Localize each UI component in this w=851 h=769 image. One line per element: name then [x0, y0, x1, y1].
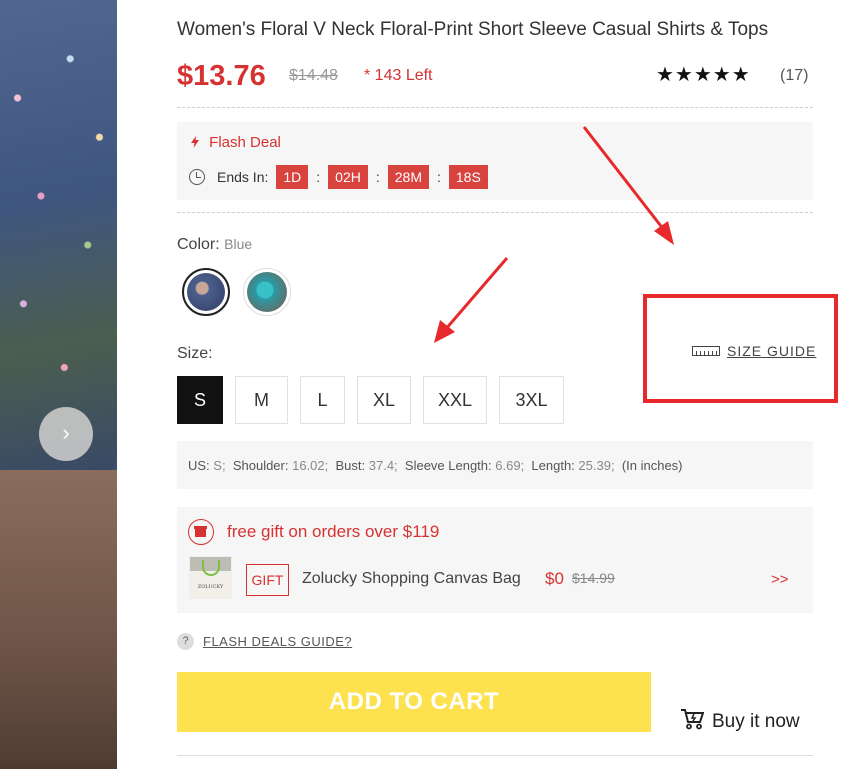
countdown-minutes: 28M [387, 165, 429, 189]
gift-thumbnail: ZOLUCKY [189, 556, 232, 599]
size-option-s[interactable]: S [177, 376, 223, 424]
gift-icon [188, 519, 214, 545]
flash-deals-guide-label: FLASH DEALS GUIDE? [203, 634, 353, 649]
lightning-icon [191, 134, 203, 151]
shopping-cart-icon [680, 708, 705, 736]
annotation-highlight-box [643, 294, 838, 403]
gift-price: $0 [545, 569, 564, 588]
countdown-row: Ends In: 1D : 02H : 28M : 18S [189, 165, 496, 189]
stock-left: * 143 Left [364, 67, 433, 84]
countdown-hours: 02H [328, 165, 368, 189]
buy-now-label: Buy it now [712, 711, 800, 732]
flash-deal-label: Flash Deal [209, 134, 281, 151]
bag-strap [202, 560, 220, 576]
gift-name: Zolucky Shopping Canvas Bag [302, 570, 521, 587]
color-swatch-blue[interactable] [182, 268, 230, 316]
bust-value: 37.4; [368, 458, 398, 473]
countdown-days: 1D [276, 165, 309, 189]
ends-in-label: Ends In: [217, 169, 269, 185]
color-label: Color: Blue [177, 236, 252, 254]
gift-tag: GIFT [246, 564, 289, 596]
bust-label: Bust: [335, 458, 366, 473]
flash-deals-guide-link[interactable]: ? FLASH DEALS GUIDE? [177, 633, 352, 650]
sleeve-length-value: 6.69; [495, 458, 525, 473]
size-label: Size: [177, 345, 213, 362]
sleeve-length-label: Sleeve Length: [404, 458, 492, 473]
countdown-seconds: 18S [448, 165, 488, 189]
product-old-price: $14.48 [289, 67, 338, 84]
shoulder-label: Shoulder: [232, 458, 289, 473]
countdown-separator: : [436, 169, 441, 185]
buy-now-button[interactable]: Buy it now [680, 708, 800, 736]
swatch-image [247, 272, 287, 312]
gift-more-link[interactable]: >> [771, 571, 789, 588]
color-swatch-teal[interactable] [243, 268, 291, 316]
gallery-next-button[interactable]: › [39, 407, 93, 461]
size-option-3xl[interactable]: 3XL [499, 376, 564, 424]
divider [177, 107, 813, 108]
divider [177, 755, 813, 756]
size-option-xxl[interactable]: XXL [423, 376, 487, 424]
product-price: $13.76 [177, 60, 266, 92]
add-to-cart-button[interactable]: ADD TO CART [177, 672, 651, 732]
gift-old-price: $14.99 [572, 570, 615, 586]
question-icon: ? [177, 633, 194, 650]
divider [177, 212, 813, 213]
size-option-xl[interactable]: XL [357, 376, 411, 424]
alarm-clock-icon [189, 169, 205, 185]
size-measurements: US: S; Shoulder: 16.02; Bust: 37.4; Slee… [177, 441, 813, 489]
countdown-separator: : [316, 169, 321, 185]
product-image-arm [0, 470, 117, 769]
color-selected-value: Blue [224, 236, 253, 252]
color-label-text: Color: [177, 236, 220, 253]
swatch-image [187, 273, 225, 311]
product-title: Women's Floral V Neck Floral-Print Short… [177, 19, 769, 40]
length-label: Length: [531, 458, 575, 473]
size-option-l[interactable]: L [300, 376, 345, 424]
size-option-m[interactable]: M [235, 376, 288, 424]
size-options: S M L XL XXL 3XL [177, 376, 576, 424]
review-count[interactable]: (17) [780, 67, 808, 85]
rating-stars: ★★★★★ [656, 64, 751, 86]
bag-brand-text: ZOLUCKY [197, 584, 224, 590]
gift-title: free gift on orders over $119 [227, 522, 440, 541]
shoulder-value: 16.02; [292, 458, 329, 473]
flash-deal-panel: Flash Deal Ends In: 1D : 02H : 28M : 18S [177, 122, 813, 200]
flash-deal-title: Flash Deal [191, 134, 281, 151]
annotation-arrow-left [434, 257, 509, 343]
chevron-right-icon: › [62, 420, 70, 445]
us-size-label: US: [188, 458, 210, 473]
countdown-separator: : [375, 169, 380, 185]
length-value: 25.39; [578, 458, 615, 473]
free-gift-panel: free gift on orders over $119 ZOLUCKY GI… [177, 507, 813, 613]
unit-note: (In inches) [621, 458, 683, 473]
product-image [0, 0, 117, 769]
us-size-value: S; [213, 458, 226, 473]
